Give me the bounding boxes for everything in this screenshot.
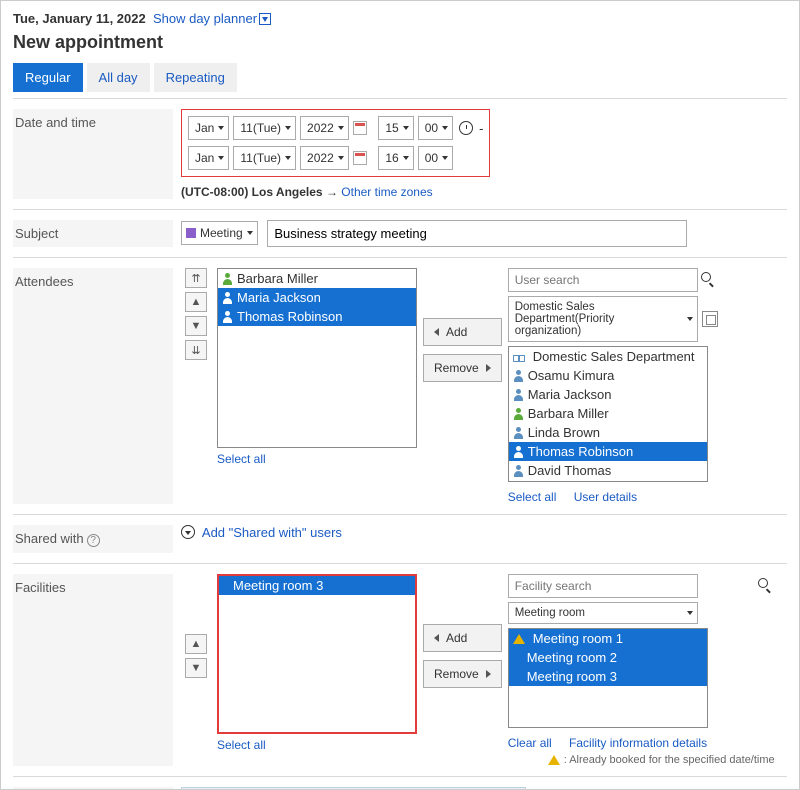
facilities-candidate-list[interactable]: Meeting room 1 Meeting room 2 Meeting ro… <box>508 628 708 728</box>
to-minute-select[interactable]: 00 <box>418 146 453 170</box>
person-icon <box>513 446 524 458</box>
attendee-move-down-button[interactable]: ▼ <box>185 316 207 336</box>
list-item[interactable]: Meeting room 3 <box>509 667 707 686</box>
to-year-select[interactable]: 2022 <box>300 146 349 170</box>
list-item[interactable]: Barbara Miller <box>218 269 416 288</box>
to-hour-select[interactable]: 16 <box>378 146 413 170</box>
label-subject: Subject <box>13 220 173 247</box>
person-icon <box>513 427 524 439</box>
current-date: Tue, January 11, 2022 <box>13 11 146 26</box>
attendee-move-top-button[interactable]: ⇈ <box>185 268 207 288</box>
list-item[interactable]: Meeting room 2 <box>509 648 707 667</box>
attendee-move-bottom-button[interactable]: ⇊ <box>185 340 207 360</box>
tab-regular[interactable]: Regular <box>13 63 83 92</box>
list-item[interactable]: Maria Jackson <box>218 288 416 307</box>
tab-repeating[interactable]: Repeating <box>154 63 237 92</box>
warning-icon <box>548 755 560 765</box>
other-timezones-link[interactable]: Other time zones <box>341 185 432 199</box>
add-facility-button[interactable]: Add <box>423 624 502 652</box>
facility-move-down-button[interactable]: ▼ <box>185 658 207 678</box>
add-attendee-button[interactable]: Add <box>423 318 502 346</box>
subject-input[interactable] <box>267 220 687 247</box>
page-title: New appointment <box>13 32 787 53</box>
person-icon <box>513 370 524 382</box>
list-item[interactable]: David Thomas <box>509 461 707 480</box>
from-month-select[interactable]: Jan <box>188 116 229 140</box>
calendar-icon[interactable] <box>353 121 367 135</box>
list-item[interactable]: Thomas Robinson <box>218 307 416 326</box>
label-shared-with: Shared with? <box>13 525 173 553</box>
search-icon[interactable] <box>758 578 771 591</box>
facility-move-up-button[interactable]: ▲ <box>185 634 207 654</box>
warning-icon <box>513 634 525 644</box>
tab-all-day[interactable]: All day <box>87 63 150 92</box>
facility-clear-all-link[interactable]: Clear all <box>508 736 552 750</box>
facility-search-input[interactable] <box>508 574 698 598</box>
list-item[interactable]: Barbara Miller <box>509 404 707 423</box>
subject-color-swatch <box>186 228 196 238</box>
open-external-icon[interactable] <box>702 311 718 327</box>
show-day-planner-link[interactable]: Show day planner <box>153 11 257 26</box>
user-search-input[interactable] <box>508 268 698 292</box>
attendee-move-up-button[interactable]: ▲ <box>185 292 207 312</box>
person-icon <box>222 273 233 285</box>
time-dash: - <box>479 121 483 136</box>
org-select[interactable]: Domestic Sales Department(Priority organ… <box>508 296 698 342</box>
list-item[interactable]: Meeting room 1 <box>509 629 707 648</box>
remove-facility-button[interactable]: Remove <box>423 660 502 688</box>
to-day-select[interactable]: 11(Tue) <box>233 146 296 170</box>
date-time-box: Jan 11(Tue) 2022 15 00 - Jan 11(Tue) 202… <box>181 109 490 177</box>
person-icon <box>513 408 524 420</box>
from-day-select[interactable]: 11(Tue) <box>233 116 296 140</box>
chevron-down-icon[interactable] <box>181 525 195 539</box>
list-item[interactable]: Thomas Robinson <box>509 442 707 461</box>
from-year-select[interactable]: 2022 <box>300 116 349 140</box>
top-date-bar: Tue, January 11, 2022 Show day planner <box>13 11 787 26</box>
download-icon[interactable] <box>259 13 271 25</box>
facilities-selected-list[interactable]: Meeting room 3 <box>217 574 417 734</box>
subject-category-label: Meeting <box>200 226 243 240</box>
person-icon <box>513 465 524 477</box>
person-icon <box>222 292 233 304</box>
from-minute-select[interactable]: 00 <box>418 116 453 140</box>
search-icon[interactable] <box>701 272 714 285</box>
facilities-select-all-link[interactable]: Select all <box>217 738 266 752</box>
add-shared-with-link[interactable]: Add "Shared with" users <box>202 525 342 540</box>
user-details-link[interactable]: User details <box>574 490 637 504</box>
list-item[interactable]: Maria Jackson <box>509 385 707 404</box>
attendees-candidate-list[interactable]: Domestic Sales Department Osamu Kimura M… <box>508 346 708 482</box>
attendees-selected-list[interactable]: Barbara Miller Maria Jackson Thomas Robi… <box>217 268 417 448</box>
person-icon <box>222 311 233 323</box>
label-attendees: Attendees <box>13 268 173 504</box>
facility-group-select[interactable]: Meeting room <box>508 602 698 624</box>
label-date-time: Date and time <box>13 109 173 199</box>
label-facilities: Facilities <box>13 574 173 766</box>
from-hour-select[interactable]: 15 <box>378 116 413 140</box>
calendar-icon[interactable] <box>353 151 367 165</box>
help-icon[interactable]: ? <box>87 534 100 547</box>
candidate-select-all-link[interactable]: Select all <box>508 490 557 504</box>
department-icon <box>513 352 525 362</box>
already-booked-note: : Already booked for the specified date/… <box>564 754 775 766</box>
facility-details-link[interactable]: Facility information details <box>569 736 707 750</box>
clock-icon[interactable] <box>459 121 473 135</box>
list-item[interactable]: Osamu Kimura <box>509 366 707 385</box>
person-icon <box>513 389 524 401</box>
timezone-label: (UTC-08:00) Los Angeles <box>181 185 323 199</box>
tz-arrow: → <box>326 185 338 199</box>
list-item[interactable]: Meeting room 3 <box>219 576 415 595</box>
to-month-select[interactable]: Jan <box>188 146 229 170</box>
attendees-select-all-link[interactable]: Select all <box>217 452 266 466</box>
subject-category-select[interactable]: Meeting <box>181 221 258 245</box>
list-item[interactable]: Linda Brown <box>509 423 707 442</box>
remove-attendee-button[interactable]: Remove <box>423 354 502 382</box>
list-item[interactable]: Domestic Sales Department <box>509 347 707 366</box>
